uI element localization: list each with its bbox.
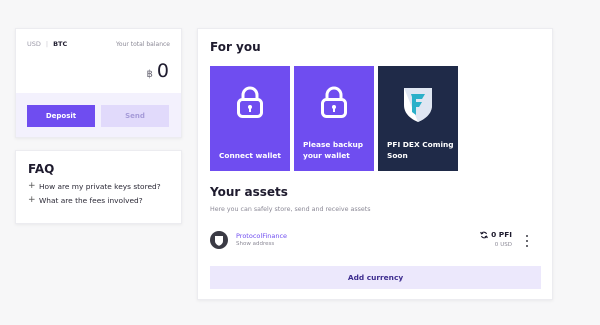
bitcoin-symbol: ฿ xyxy=(146,69,153,80)
faq-item[interactable]: + What are the fees involved? xyxy=(28,195,169,206)
balance-value: 0 xyxy=(156,60,169,82)
plus-icon: + xyxy=(28,181,36,191)
faq-card: FAQ + How are my private keys stored? + … xyxy=(15,150,182,224)
asset-name[interactable]: ProtocolFinance xyxy=(236,232,287,240)
deposit-button[interactable]: Deposit xyxy=(27,105,95,127)
faq-item-label: What are the fees involved? xyxy=(39,196,143,205)
balance-amount: ฿ 0 xyxy=(147,60,169,82)
pfi-shield-icon xyxy=(404,88,432,122)
tile-label: Connect wallet xyxy=(219,151,281,160)
assets-subtitle: Here you can safely store, send and rece… xyxy=(210,206,371,213)
currency-usd-option[interactable]: USD xyxy=(27,40,41,48)
lock-icon xyxy=(237,86,263,118)
currency-btc-option[interactable]: BTC xyxy=(53,40,67,48)
pfi-dex-tile[interactable]: PFI DEX Coming Soon xyxy=(378,66,458,171)
faq-item[interactable]: + How are my private keys stored? xyxy=(28,181,169,192)
currency-toggle[interactable]: USD | BTC xyxy=(27,40,67,48)
asset-balance: 0 PFI xyxy=(480,230,512,239)
balance-summary: USD | BTC Your total balance ฿ 0 xyxy=(16,29,181,93)
balance-actions: Deposit Send xyxy=(16,93,181,137)
for-you-title: For you xyxy=(210,40,261,54)
lock-icon xyxy=(321,86,347,118)
connect-wallet-tile[interactable]: Connect wallet xyxy=(210,66,290,171)
refresh-icon[interactable] xyxy=(480,231,488,239)
tile-label: Please backup your wallet xyxy=(303,140,364,160)
assets-title: Your assets xyxy=(210,185,288,199)
asset-balance-value: 0 PFI xyxy=(491,230,512,239)
send-button[interactable]: Send xyxy=(101,105,169,127)
protocolfinance-logo-icon xyxy=(210,231,228,249)
tile-label: PFI DEX Coming Soon xyxy=(387,140,454,160)
currency-separator: | xyxy=(45,40,49,48)
total-balance-label: Your total balance xyxy=(116,41,170,48)
show-address-link[interactable]: Show address xyxy=(236,241,274,247)
more-options-icon[interactable] xyxy=(525,235,529,247)
faq-item-label: How are my private keys stored? xyxy=(39,182,161,191)
backup-wallet-tile[interactable]: Please backup your wallet xyxy=(294,66,374,171)
asset-row[interactable]: ProtocolFinance Show address 0 PFI 0 USD xyxy=(210,225,542,253)
asset-usd-value: 0 USD xyxy=(494,242,512,248)
add-currency-button[interactable]: Add currency xyxy=(210,266,541,289)
plus-icon: + xyxy=(28,195,36,205)
balance-card: USD | BTC Your total balance ฿ 0 Deposit… xyxy=(15,28,182,138)
main-panel: For you Connect wallet Please backup you… xyxy=(197,28,553,300)
faq-title: FAQ xyxy=(28,162,55,176)
